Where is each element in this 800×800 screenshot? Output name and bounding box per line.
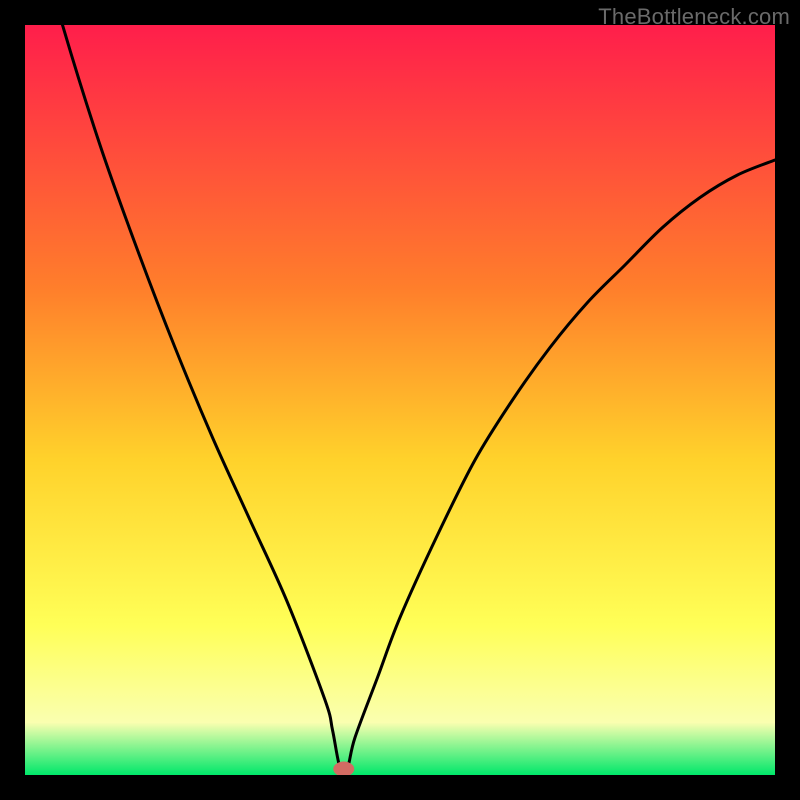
gradient-background (25, 25, 775, 775)
watermark-text: TheBottleneck.com (598, 4, 790, 30)
chart-svg (25, 25, 775, 775)
chart-frame: TheBottleneck.com (0, 0, 800, 800)
plot-area (25, 25, 775, 775)
